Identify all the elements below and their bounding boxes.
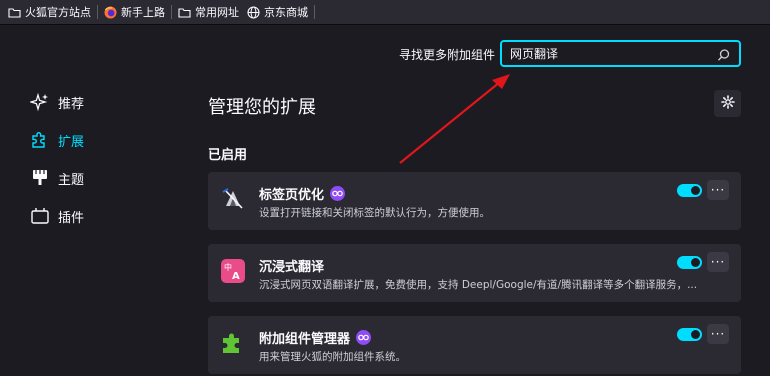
- extension-name: 附加组件管理器: [259, 332, 351, 347]
- bookmark-label: 京东商城: [264, 6, 308, 19]
- svg-text:A: A: [232, 271, 240, 282]
- folder-icon: [8, 6, 21, 19]
- nav-item-recommended[interactable]: 推荐: [30, 92, 84, 112]
- extension-enable-toggle[interactable]: [677, 256, 702, 269]
- brush-icon: [30, 168, 50, 188]
- nav-label: 插件: [58, 210, 85, 226]
- bookmark-common-sites[interactable]: 常用网址: [174, 0, 243, 25]
- bookmark-separator: [171, 5, 172, 19]
- search-label: 寻找更多附加组件: [399, 48, 496, 62]
- addon-search-input[interactable]: [510, 46, 717, 61]
- sparkle-icon: [30, 92, 50, 112]
- recommended-badge-icon: [356, 330, 372, 345]
- extension-name-row: 沉浸式翻译: [259, 256, 324, 275]
- extension-name: 沉浸式翻译: [259, 260, 325, 275]
- globe-icon: [247, 5, 260, 19]
- bookmark-jd[interactable]: 京东商城: [243, 0, 312, 25]
- plugin-icon: [30, 206, 50, 226]
- extension-enable-toggle[interactable]: [677, 184, 702, 197]
- category-nav: 推荐 扩展 主题 插件: [30, 92, 84, 244]
- nav-item-themes[interactable]: 主题: [30, 168, 84, 188]
- nav-label: 扩展: [58, 134, 85, 150]
- section-enabled-heading: 已启用: [208, 148, 248, 163]
- gear-icon: [720, 94, 735, 113]
- extension-description: 沉浸式网页双语翻译扩展，免费使用，支持 Deepl/Google/有道/腾讯翻译…: [259, 279, 698, 291]
- more-options-button[interactable]: ···: [707, 252, 729, 272]
- extension-description: 设置打开链接和关闭标签的默认行为，方便使用。: [259, 207, 490, 219]
- extension-card[interactable]: 附加组件管理器 用来管理火狐的附加组件系统。 ···: [208, 316, 741, 374]
- extension-name-row: 标签页优化: [259, 184, 346, 203]
- extension-description: 用来管理火狐的附加组件系统。: [259, 351, 406, 363]
- extension-name-row: 附加组件管理器: [259, 328, 372, 347]
- bookmark-label: 火狐官方站点: [25, 6, 91, 19]
- tools-button[interactable]: [714, 90, 741, 117]
- extension-enable-toggle[interactable]: [677, 328, 702, 341]
- extension-name: 标签页优化: [259, 188, 325, 203]
- recommended-badge-icon: [330, 186, 346, 201]
- nav-item-extensions[interactable]: 扩展: [30, 130, 84, 150]
- more-options-button[interactable]: ···: [707, 324, 729, 344]
- extension-card[interactable]: 中A 沉浸式翻译 沉浸式网页双语翻译扩展，免费使用，支持 Deepl/Googl…: [208, 244, 741, 302]
- addon-manager-puzzle-icon: [220, 330, 246, 356]
- bookmark-official-site[interactable]: 火狐官方站点: [4, 0, 95, 25]
- search-icon[interactable]: [717, 47, 731, 61]
- nav-item-plugins[interactable]: 插件: [30, 206, 84, 226]
- bookmark-getting-started[interactable]: 新手上路: [100, 0, 169, 25]
- immersive-translate-icon: 中A: [220, 258, 246, 284]
- tab-options-icon: [220, 186, 246, 212]
- nav-label: 推荐: [58, 96, 85, 112]
- bookmarks-toolbar: 火狐官方站点 新手上路 常用网址 京东商城: [0, 0, 770, 25]
- addon-search-box[interactable]: [500, 40, 741, 67]
- page-title: 管理您的扩展: [208, 97, 316, 118]
- bookmark-label: 常用网址: [195, 6, 239, 19]
- bookmark-separator: [314, 5, 315, 19]
- svg-text:中: 中: [224, 262, 232, 272]
- bookmark-label: 新手上路: [121, 6, 165, 19]
- more-options-button[interactable]: ···: [707, 180, 729, 200]
- firefox-icon: [104, 6, 117, 19]
- puzzle-icon: [30, 130, 50, 150]
- bookmark-separator: [97, 5, 98, 19]
- folder-icon: [178, 6, 191, 19]
- extension-card[interactable]: 标签页优化 设置打开链接和关闭标签的默认行为，方便使用。 ···: [208, 172, 741, 230]
- nav-label: 主题: [58, 172, 85, 188]
